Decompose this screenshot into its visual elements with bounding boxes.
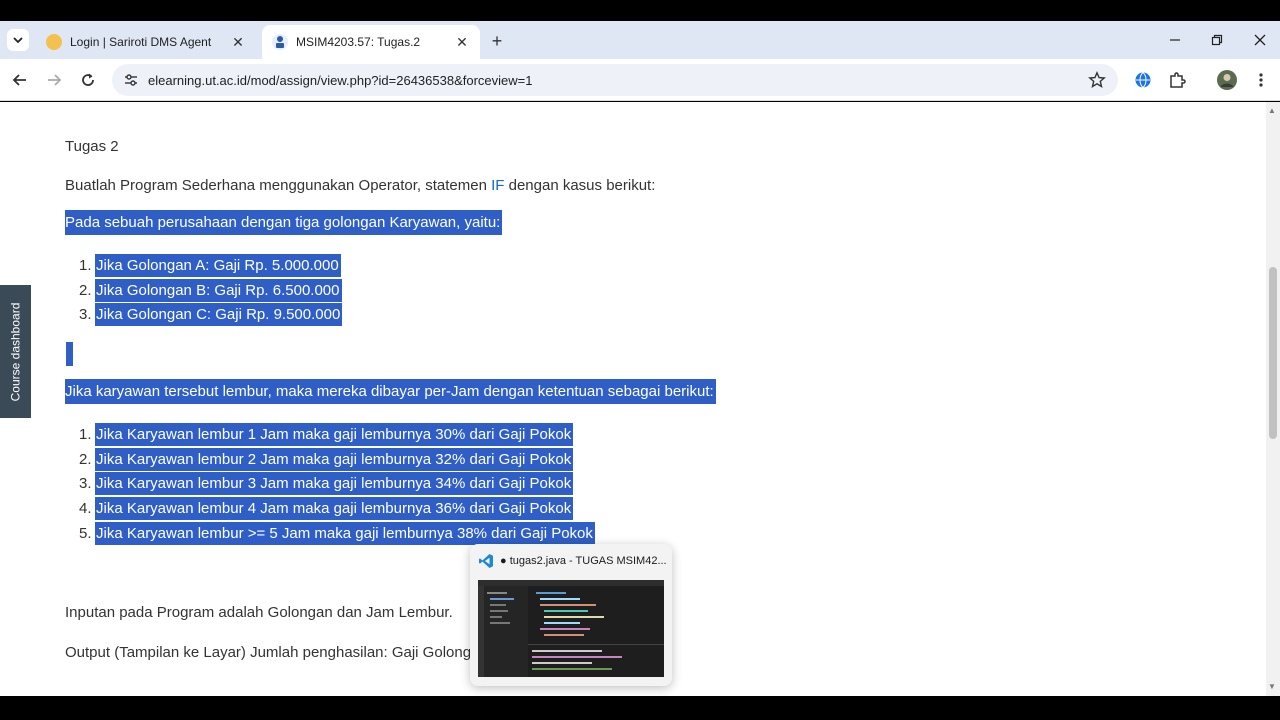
close-icon [1254, 34, 1266, 46]
restore-icon [1211, 34, 1223, 46]
intro-text-before: Buatlah Program Sederhana menggunakan Op… [65, 177, 492, 194]
ut-favicon-icon [272, 34, 288, 50]
minimize-button[interactable] [1155, 27, 1195, 53]
page-heading: Tugas 2 [65, 138, 119, 155]
address-bar[interactable]: elearning.ut.ac.id/mod/assign/view.php?i… [112, 64, 1118, 96]
minimize-icon [1170, 39, 1180, 41]
chevron-down-icon [13, 37, 23, 44]
tab-search-button[interactable] [7, 29, 29, 51]
thumbnail-header: ● tugas2.java - TUGAS MSIM42... [478, 553, 667, 569]
bookmark-star-icon[interactable] [1088, 71, 1106, 94]
input-paragraph: Inputan pada Program adalah Golongan dan… [65, 604, 453, 621]
course-dashboard-tab[interactable]: Course dashboard [0, 285, 31, 418]
reload-button[interactable] [76, 68, 100, 92]
site-info-icon[interactable] [120, 72, 142, 88]
kebab-menu-icon[interactable] [1250, 69, 1272, 91]
extensions-puzzle-icon[interactable] [1166, 69, 1188, 91]
tab-sariroti[interactable]: Login | Sariroti DMS Agent ✕ [36, 25, 256, 59]
restore-button[interactable] [1197, 27, 1237, 53]
close-icon[interactable]: ✕ [454, 34, 470, 51]
list-item: 1. Jika Golongan A: Gaji Rp. 5.000.000 [79, 254, 341, 277]
tab-tugas[interactable]: MSIM4203.57: Tugas.2 ✕ [262, 25, 480, 59]
lembur-intro: Jika karyawan tersebut lembur, maka mere… [65, 379, 716, 404]
reload-icon [82, 73, 94, 86]
profile-avatar-icon[interactable] [1216, 69, 1238, 91]
tab-title: MSIM4203.57: Tugas.2 [296, 35, 421, 49]
taskbar-thumbnail-preview[interactable]: ● tugas2.java - TUGAS MSIM42... [470, 544, 672, 686]
close-window-button[interactable] [1240, 27, 1280, 53]
arrow-right-icon [48, 74, 62, 86]
top-black-bar [0, 0, 1280, 21]
intro-paragraph: Buatlah Program Sederhana menggunakan Op… [65, 177, 655, 194]
list-item: 2. Jika Karyawan lembur 2 Jam maka gaji l… [79, 448, 574, 471]
back-button[interactable] [8, 68, 32, 92]
arrow-left-icon [12, 74, 26, 86]
lembur-intro-text: Jika karyawan tersebut lembur, maka mere… [65, 379, 716, 404]
sariroti-favicon-icon [46, 34, 62, 50]
tab-title: Login | Sariroti DMS Agent [70, 35, 212, 49]
url-text: elearning.ut.ac.id/mod/assign/view.php?i… [148, 72, 533, 88]
empty-line-selection [66, 342, 73, 366]
output-paragraph: Output (Tampilan ke Layar) Jumlah pengha… [65, 644, 472, 661]
intro-text-after: dengan kasus berikut: [504, 177, 656, 194]
forward-button[interactable] [42, 68, 66, 92]
course-dashboard-label: Course dashboard [8, 302, 23, 401]
thumbnail-title: ● tugas2.java - TUGAS MSIM42... [500, 555, 667, 567]
list-item: 3. Jika Golongan C: Gaji Rp. 9.500.000 [79, 303, 343, 326]
list-item: 5. Jika Karyawan lembur >= 5 Jam maka gaj… [79, 522, 595, 545]
list-item: 2. Jika Golongan B: Gaji Rp. 6.500.000 [79, 279, 342, 302]
golongan-intro: Pada sebuah perusahaan dengan tiga golon… [65, 210, 503, 235]
list-item: 3. Jika Karyawan lembur 3 Jam maka gaji l… [79, 472, 574, 495]
browser-toolbar: elearning.ut.ac.id/mod/assign/view.php?i… [0, 59, 1280, 101]
scroll-down-icon[interactable]: ▼ [1268, 682, 1276, 691]
vscode-icon [479, 554, 493, 568]
bottom-black-bar [0, 696, 1280, 720]
vscode-window-preview [478, 580, 664, 677]
scroll-up-icon[interactable]: ▲ [1268, 106, 1276, 115]
tab-strip: Login | Sariroti DMS Agent ✕ MSIM4203.57… [0, 21, 1280, 59]
new-tab-button[interactable]: + [486, 30, 508, 52]
scroll-thumb[interactable] [1269, 267, 1277, 439]
intro-if-keyword: IF [491, 177, 505, 194]
extension-globe-icon[interactable] [1132, 69, 1154, 91]
page-scrollbar[interactable]: ▲ ▼ [1266, 102, 1280, 696]
golongan-intro-text: Pada sebuah perusahaan dengan tiga golon… [65, 210, 503, 235]
list-item: 4. Jika Karyawan lembur 4 Jam maka gaji l… [79, 497, 574, 520]
list-item: 1. Jika Karyawan lembur 1 Jam maka gaji l… [79, 423, 574, 446]
close-icon[interactable]: ✕ [230, 34, 246, 51]
